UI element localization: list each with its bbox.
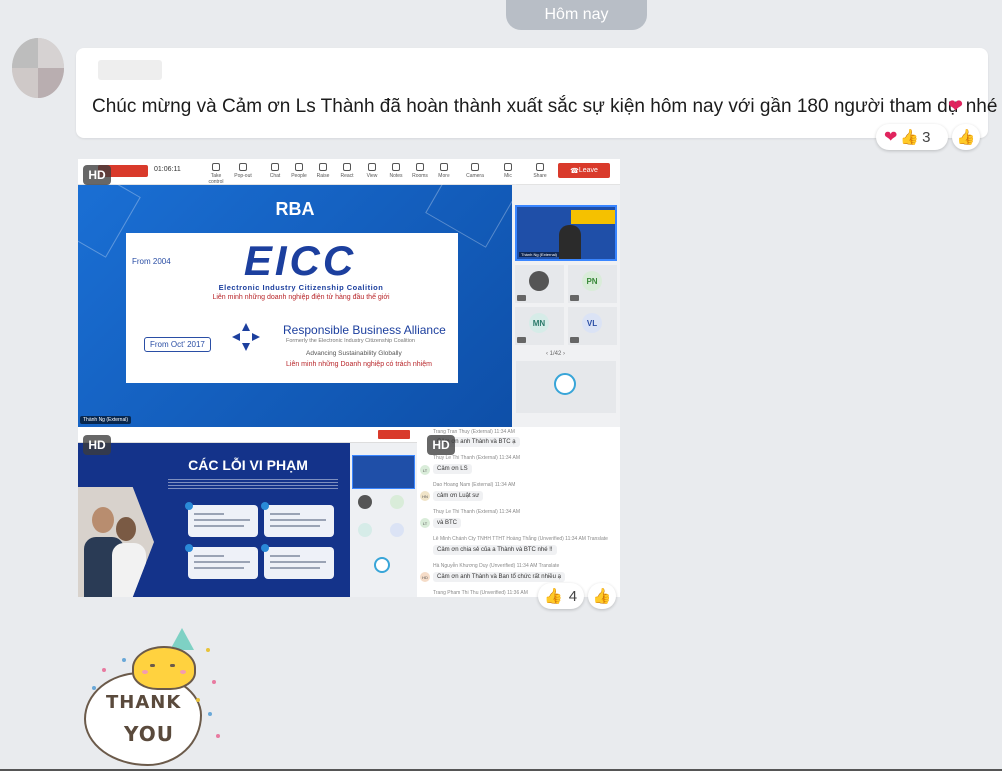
thank-you-sticker[interactable]: THANK YOU [84, 628, 229, 768]
chat-message: Cảm ơn anh Thành và Ban tổ chức rất nhiề… [433, 572, 565, 582]
reaction-count: 3 [922, 128, 931, 146]
hd-badge: HD [83, 165, 111, 185]
participant-tile-mn: MN [515, 307, 564, 345]
meeting-screenshot-image[interactable]: 01:06:11 Take control Pop-out Chat Peopl… [78, 159, 620, 427]
meeting-toolbar: 01:06:11 Take control Pop-out Chat Peopl… [78, 159, 620, 185]
reaction-summary-2[interactable]: 👍 4 [538, 583, 584, 609]
chat-avatar: LT [420, 465, 430, 475]
tool-rooms: Rooms [408, 162, 432, 179]
hd-badge: HD [427, 435, 455, 455]
tool-people: People [287, 162, 311, 179]
leave-button: ☎ Leave [558, 163, 610, 178]
heart-icon: ❤ [948, 96, 964, 116]
message-bubble[interactable]: Chúc mừng và Cảm ơn Ls Thành đã hoàn thà… [76, 48, 997, 138]
card-risk [261, 544, 334, 579]
chat-sender: Trang Pham Thi Thu (Unverified) 11:36 AM [433, 590, 528, 596]
slide-content: From 2004 EICC Electronic Industry Citiz… [126, 233, 458, 383]
participant-panel-2 [350, 443, 417, 597]
violations-slide: CÁC LỖI VI PHẠM [78, 443, 350, 597]
chat-message: Cảm ơn chia sẻ của a Thành và BTC nhé !! [433, 545, 557, 555]
tool-view: View [360, 162, 384, 179]
rba-name: Responsible Business Alliance [283, 323, 446, 337]
tool-pop-out: Pop-out [231, 162, 255, 179]
rba-tagline: Advancing Sustainability Globally [306, 350, 402, 357]
participant-panel: Thành Ng (External) PN MN VL ‹ 1/42 › [512, 185, 620, 427]
chat-avatar: HD [420, 572, 430, 582]
violations-subtitle [168, 479, 338, 489]
participant-tile-vl: VL [568, 307, 617, 345]
chat-screenshot-image[interactable]: Trang Tran Thuy (External) 11:34 AM Cảm … [417, 427, 620, 597]
reaction-summary[interactable]: ❤ 👍 3 [876, 124, 948, 150]
thumbs-up-reaction-icon: 👍 [544, 588, 563, 605]
chat-message: và BTC [433, 518, 462, 528]
chat-sender: Dao Hoang Nam (External) 11:34 AM [433, 482, 516, 488]
rba-logo-icon [232, 323, 260, 351]
chat-sender: Thuy Le Thi Thanh (External) 11:34 AM [433, 509, 520, 515]
from-2004-label: From 2004 [132, 257, 171, 266]
chat-sender: Thuy Le Thi Thanh (External) 11:34 AM [433, 455, 520, 461]
violations-title: CÁC LỖI VI PHẠM [188, 457, 308, 473]
slide-title: RBA [275, 199, 315, 219]
chat-sender: Hà Nguyễn Khương Duy (Unverified) 11:34 … [433, 563, 560, 569]
tool-share: Share [528, 162, 552, 179]
speaker-video-tile: Thành Ng (External) [515, 205, 617, 261]
thumbs-up-icon: 👍 [956, 129, 976, 146]
chat-message: cảm ơn Luật sư [433, 491, 484, 501]
rba-vietnamese: Liên minh những Doanh nghiệp có trách nh… [286, 361, 432, 368]
participant-pager: ‹ 1/42 › [546, 351, 566, 357]
rba-former: Formerly the Electronic Industry Citizen… [286, 338, 415, 344]
participant-tile-photo [515, 265, 564, 303]
participant-tile-logo [516, 361, 616, 413]
tool-react: React [335, 162, 359, 179]
chat-message: Cảm ơn LS [433, 464, 472, 474]
eicc-logo: EICC [200, 240, 400, 282]
team-photo [78, 487, 154, 597]
tool-notes: Notes [384, 162, 408, 179]
chat-sender: Lê Minh Chánh Cty TNHH TTHT Hoàng Thắng … [433, 536, 608, 542]
eicc-vietnamese: Liên minh những doanh nghiệp điện tử hàn… [212, 294, 390, 301]
add-reaction-button[interactable]: 👍 [952, 124, 980, 150]
heart-reaction-icon: ❤ [884, 129, 898, 146]
shared-slide-area: RBA From 2004 EICC Electronic Industry C… [78, 159, 521, 427]
add-reaction-button-2[interactable]: 👍 [588, 583, 616, 609]
from-oct-label: From Oct' 2017 [144, 337, 211, 352]
card-major [261, 502, 334, 537]
message-text: Chúc mừng và Cảm ơn Ls Thành đã hoàn thà… [92, 96, 998, 117]
thumbs-up-reaction-icon: 👍 [900, 129, 920, 146]
tool-chat: Chat [263, 162, 287, 179]
speaker-tag: Thành Ng (External) [80, 416, 132, 424]
sticker-text-thank: THANK [106, 692, 182, 713]
card-priority [185, 502, 258, 537]
participant-tile-pn: PN [568, 265, 617, 303]
speaker-tile-tag: Thành Ng (External) [519, 252, 560, 257]
eicc-name: Electronic Industry Citizenship Coalitio… [218, 283, 384, 292]
thumbs-up-icon: 👍 [592, 588, 612, 605]
sender-name-blurred [98, 60, 162, 80]
sender-avatar[interactable] [12, 38, 64, 98]
hd-badge: HD [83, 435, 111, 455]
date-divider: Hôm nay [506, 0, 647, 30]
chick-icon [132, 646, 196, 690]
chat-avatar: HN [420, 491, 430, 501]
violations-slide-image[interactable]: CÁC LỖI VI PHẠM HD [78, 427, 417, 597]
card-minor [185, 544, 258, 579]
sticker-text-you: YOU [124, 722, 175, 746]
leave-button-2 [378, 430, 410, 439]
reaction-count: 4 [568, 587, 578, 605]
meeting-timer: 01:06:11 [154, 166, 181, 173]
chat-avatar: LT [420, 518, 430, 528]
meeting-toolbar-2 [78, 427, 417, 443]
tool-raise: Raise [311, 162, 335, 179]
tool-take-control: Take control [204, 162, 228, 185]
